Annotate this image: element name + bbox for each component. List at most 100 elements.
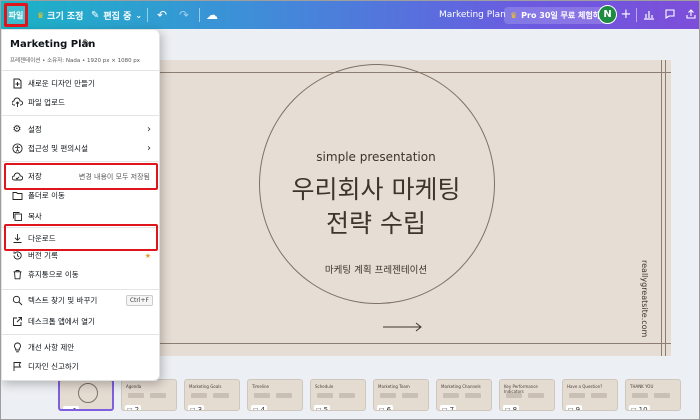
page-thumbnail[interactable]: Schedule ▭ 5 xyxy=(310,379,366,411)
comment-icon[interactable] xyxy=(663,8,677,22)
menu-item-report[interactable]: 디자인 신고하기 xyxy=(2,357,159,376)
thumbnail-block xyxy=(569,393,585,398)
page-icon: ▭ xyxy=(127,406,133,411)
page-thumbnail[interactable]: Timeline ▭ 4 xyxy=(247,379,303,411)
highlight-file-button xyxy=(4,3,28,27)
add-file-icon xyxy=(11,78,23,90)
thumbnail-block xyxy=(254,393,270,398)
menu-divider xyxy=(2,289,159,290)
pencil-icon[interactable]: ✎ xyxy=(82,37,91,50)
thumbnail-block xyxy=(213,393,229,398)
folder-icon xyxy=(11,190,23,202)
pro-trial-button[interactable]: ♛ Pro 30일 무료 체험하기 xyxy=(504,7,614,24)
chevron-right-icon: › xyxy=(147,124,151,135)
page-number-label: 8 xyxy=(512,405,518,411)
menu-item-open-desktop[interactable]: 데스크톱 앱에서 열기 xyxy=(2,312,159,331)
menu-item-label: 디자인 신고하기 xyxy=(28,362,79,371)
page-number: ▭ 10 xyxy=(629,405,650,410)
thumbnail-block xyxy=(528,393,544,398)
undo-icon[interactable]: ↶ xyxy=(155,8,169,22)
page-icon: ▭ xyxy=(379,406,385,411)
pencil-icon: ✎ xyxy=(91,9,100,21)
cloud-upload-icon xyxy=(11,97,23,109)
resize-label: 크기 조정 xyxy=(47,11,84,22)
crown-icon: ♛ xyxy=(510,11,518,20)
thumbnail-block xyxy=(632,393,648,398)
slide-subtitle[interactable]: simple presentation xyxy=(81,150,671,164)
thumbnail-title: THANK YOU xyxy=(630,384,654,389)
page-icon: ▭ xyxy=(253,406,259,411)
thumbnail-block xyxy=(380,393,396,398)
menu-item-label: 복사 xyxy=(28,212,42,221)
history-icon xyxy=(11,250,23,262)
page-number: ▭ 4 xyxy=(251,405,268,411)
thumbnail-block xyxy=(339,393,355,398)
slide-description[interactable]: 마케팅 계획 프레젠테이션 xyxy=(81,262,671,276)
share-icon[interactable] xyxy=(684,8,698,22)
pro-trial-label: Pro 30일 무료 체험하기 xyxy=(521,11,608,20)
menu-item-suggest[interactable]: 개선 사항 제안 xyxy=(2,338,159,357)
menu-item-move-to-folder[interactable]: 폴더로 이동 xyxy=(2,186,159,205)
menu-item-label: 접근성 및 편의시설 xyxy=(28,144,88,153)
page-number: ▭ 3 xyxy=(188,405,205,410)
avatar[interactable]: N xyxy=(598,5,617,24)
menu-item-label: 버전 기록 xyxy=(28,251,58,260)
menu-item-find-replace[interactable]: 텍스트 찾기 및 바꾸기 Ctrl+F xyxy=(2,291,159,310)
frame-line-bottom xyxy=(81,343,671,344)
cloud-sync-icon[interactable]: ☁ xyxy=(205,8,219,22)
toolbar-divider xyxy=(199,8,200,22)
menu-item-accessibility[interactable]: 접근성 및 편의시설 › xyxy=(2,139,159,158)
menu-item-label: 새로운 디자인 만들기 xyxy=(28,79,95,88)
toolbar-divider xyxy=(636,8,637,22)
menu-item-label: 텍스트 찾기 및 바꾸기 xyxy=(28,296,98,305)
accessibility-icon xyxy=(11,143,23,155)
page-number: ▭ 1 xyxy=(63,406,80,411)
thumbnail-title: Marketing Goals xyxy=(189,384,222,389)
page-number-label: 9 xyxy=(575,405,581,411)
thumbnail-title: Agenda xyxy=(126,384,142,389)
flag-icon xyxy=(11,361,23,373)
thumbnail-block xyxy=(465,393,481,398)
page-number-label: 1 xyxy=(72,406,78,411)
page-thumbnail[interactable]: Have a Question? ▭ 9 xyxy=(562,379,618,411)
page-thumbnail[interactable]: THANK YOU ▭ 10 xyxy=(625,379,681,411)
page-filmstrip: ▭ 1 Agenda ▭ 2 Marketing Goals ▭ 3 Timeline ▭ 4 Sch… xyxy=(1,375,699,419)
page-thumbnail[interactable]: Key Performance Indicators ▭ 8 xyxy=(499,379,555,411)
page-number: ▭ 8 xyxy=(503,405,520,411)
thumbnail-block xyxy=(191,393,207,398)
resize-button[interactable]: ♛ 크기 조정 xyxy=(37,1,83,29)
menu-item-settings[interactable]: ⚙ 설정 › xyxy=(2,120,159,139)
copy-icon xyxy=(11,211,23,223)
lightbulb-icon xyxy=(11,342,23,354)
page-number-label: 4 xyxy=(260,405,266,411)
file-dropdown-menu: Marketing Plan ✎ 프레젠테이션 • 소유자: Nada • 19… xyxy=(1,29,160,381)
page-thumbnail[interactable]: Agenda ▭ 2 xyxy=(121,379,177,411)
menu-item-trash[interactable]: 휴지통으로 이동 xyxy=(2,265,159,284)
menu-item-new-design[interactable]: 새로운 디자인 만들기 xyxy=(2,74,159,93)
app-window: 파일 ♛ 크기 조정 ✎ 편집 중 ⌄ ↶ ↷ ☁ Marketing Plan… xyxy=(0,0,700,420)
slide-website[interactable]: reallygreatsite.com xyxy=(640,260,649,337)
analytics-icon[interactable] xyxy=(642,8,656,22)
redo-icon[interactable]: ↷ xyxy=(177,8,191,22)
thumbnail-block xyxy=(128,393,144,398)
premium-star-icon: ★ xyxy=(144,251,151,260)
slide-title[interactable]: 우리회사 마케팅 전략 수립 xyxy=(81,173,671,241)
slide-title-line-2: 전략 수립 xyxy=(326,209,426,238)
chevron-right-icon: › xyxy=(147,143,151,154)
page-number: ▭ 9 xyxy=(566,405,583,411)
edit-mode-button[interactable]: ✎ 편집 중 ⌄ xyxy=(91,1,142,29)
page-number-label: 6 xyxy=(386,405,392,411)
page-thumbnail[interactable]: ▭ 1 xyxy=(58,379,114,411)
document-title[interactable]: Marketing Plan xyxy=(439,1,506,29)
menu-item-label: 파일 업로드 xyxy=(28,98,65,107)
page-number-label: 7 xyxy=(449,405,455,411)
page-thumbnail[interactable]: Marketing Team ▭ 6 xyxy=(373,379,429,411)
page-thumbnail[interactable]: Marketing Goals ▭ 3 xyxy=(184,379,240,411)
slide-canvas[interactable]: simple presentation 우리회사 마케팅 전략 수립 마케팅 계… xyxy=(81,60,671,356)
menu-item-upload[interactable]: 파일 업로드 xyxy=(2,93,159,112)
add-collaborator-icon[interactable]: + xyxy=(619,8,633,22)
menu-design-meta: 프레젠테이션 • 소유자: Nada • 1920 px × 1080 px xyxy=(10,58,141,64)
menu-item-version-history[interactable]: 버전 기록 ★ xyxy=(2,246,159,265)
page-thumbnail[interactable]: Marketing Channels ▭ 7 xyxy=(436,379,492,411)
slide-title-line-1: 우리회사 마케팅 xyxy=(291,175,461,204)
